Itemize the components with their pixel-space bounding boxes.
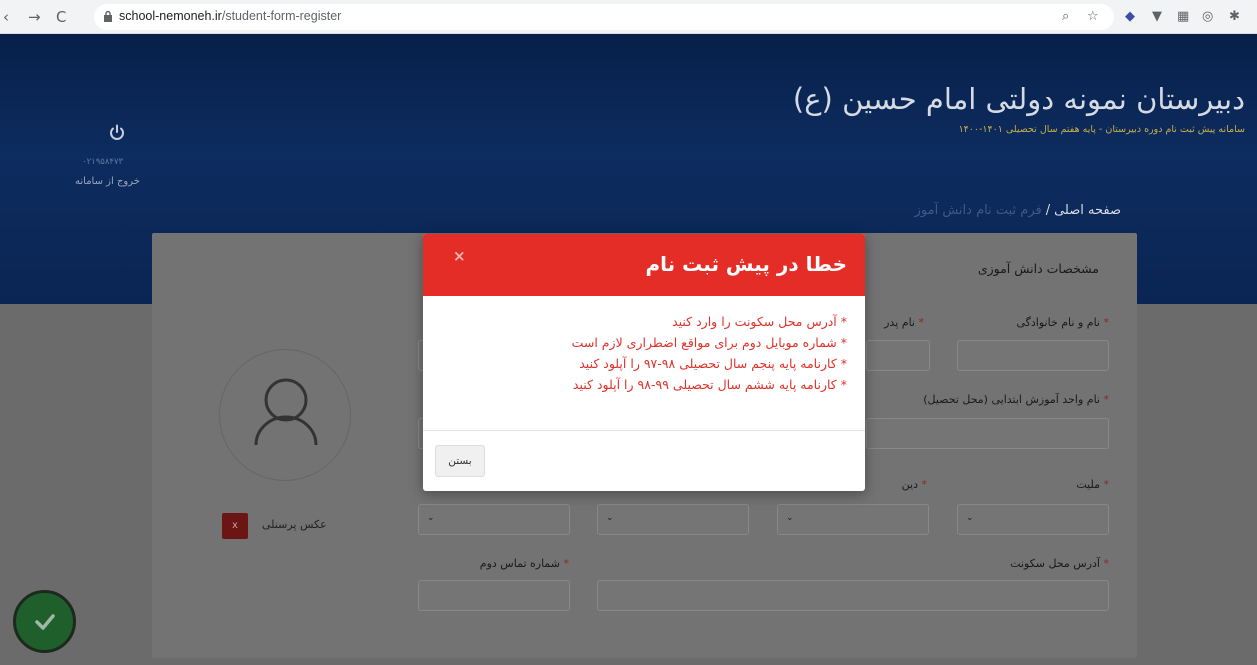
modal-divider (423, 430, 865, 431)
url-path: /student-form-register (221, 9, 342, 23)
address-bar[interactable]: school-nemoneh.ir/student-form-register (94, 4, 1114, 30)
chevron-down-icon: ⌄ (786, 513, 794, 523)
photo-remove-button[interactable]: x (222, 513, 248, 539)
school-name-label: * نام واحد آموزش ابتدایی (محل تحصیل) (923, 393, 1109, 406)
full-name-label: * نام و نام خانوادگی (1016, 316, 1109, 329)
modal-header: خطا در پیش ثبت نام × (423, 234, 865, 296)
close-button[interactable]: بستن (435, 445, 485, 477)
school-title: دبیرستان نمونه دولتی امام حسین (ع) (792, 82, 1245, 116)
extension-icon[interactable]: ◆ (1125, 9, 1135, 24)
system-subtitle: سامانه پیش ثبت نام دوره دبیرستان - پایه … (958, 124, 1245, 135)
error-item: * شماره موبایل دوم برای مواقع اضطراری لا… (571, 335, 847, 350)
address-label: * آدرس محل سکونت (1010, 557, 1109, 570)
avatar[interactable] (219, 349, 351, 481)
photo-label: عکس پرسنلی (262, 518, 327, 531)
modal-title: خطا در پیش ثبت نام (645, 252, 847, 276)
extension-shield-icon[interactable]: ◎ (1202, 9, 1213, 24)
lock-icon (104, 10, 112, 22)
error-item: * آدرس محل سکونت را وارد کنید (672, 314, 847, 329)
forward-icon[interactable]: → (28, 8, 41, 26)
extension-reader-icon[interactable]: ▦ (1177, 9, 1189, 24)
error-item: * کارنامه پایه ششم سال تحصیلی ۹۹-۹۸ را آ… (572, 377, 847, 392)
select-field-3[interactable]: ⌄ (597, 504, 749, 535)
error-item: * کارنامه پایه پنجم سال تحصیلی ۹۸-۹۷ را … (579, 356, 847, 371)
extension-filter-icon[interactable]: ▼ (1152, 9, 1162, 24)
chevron-down-icon: ⌄ (606, 513, 614, 523)
breadcrumb: صفحه اصلی/فرم ثبت نام دانش آموز (915, 203, 1121, 218)
power-icon[interactable] (108, 124, 126, 142)
zoom-icon[interactable]: ⌕ (1062, 9, 1069, 24)
nationality-select[interactable]: ⌄ (957, 504, 1109, 535)
breadcrumb-current: فرم ثبت نام دانش آموز (914, 203, 1042, 218)
error-modal: خطا در پیش ثبت نام × * آدرس محل سکونت را… (423, 234, 865, 491)
submit-fab-button[interactable] (13, 590, 76, 653)
reload-icon[interactable]: C (56, 8, 66, 26)
second-phone-input[interactable] (418, 580, 570, 611)
religion-label: * دین (901, 478, 927, 491)
breadcrumb-home[interactable]: صفحه اصلی (1054, 203, 1121, 218)
logout-link[interactable]: خروج از سامانه (75, 176, 140, 187)
father-name-label: * نام پدر (884, 316, 924, 329)
bookmark-star-icon[interactable]: ☆ (1087, 9, 1099, 24)
chevron-down-icon: ⌄ (427, 513, 435, 523)
breadcrumb-separator: / (1045, 203, 1051, 218)
full-name-input[interactable] (957, 340, 1109, 371)
section-title: مشخصات دانش آموزی (977, 261, 1099, 276)
school-name-input[interactable] (866, 418, 1109, 449)
url-domain: school-nemoneh.ir (119, 9, 222, 23)
close-icon[interactable]: × (453, 247, 466, 265)
second-phone-label: * شماره تماس دوم (479, 557, 569, 570)
browser-toolbar: ‹ → C school-nemoneh.ir/student-form-reg… (0, 0, 1257, 34)
check-icon (35, 614, 55, 630)
user-icon (254, 378, 318, 446)
address-input[interactable] (597, 580, 1109, 611)
extensions-puzzle-icon[interactable]: ✱ (1229, 9, 1240, 24)
error-list: * آدرس محل سکونت را وارد کنید * شماره مو… (572, 311, 847, 395)
father-name-input[interactable] (866, 340, 930, 371)
religion-select[interactable]: ⌄ (777, 504, 929, 535)
back-icon[interactable]: ‹ (3, 8, 9, 26)
select-field-4[interactable]: ⌄ (418, 504, 570, 535)
nationality-label: * ملیت (1076, 478, 1109, 491)
user-code: ۰۲۱۹۵۸۴۷۳ (82, 157, 124, 167)
chevron-down-icon: ⌄ (966, 513, 974, 523)
